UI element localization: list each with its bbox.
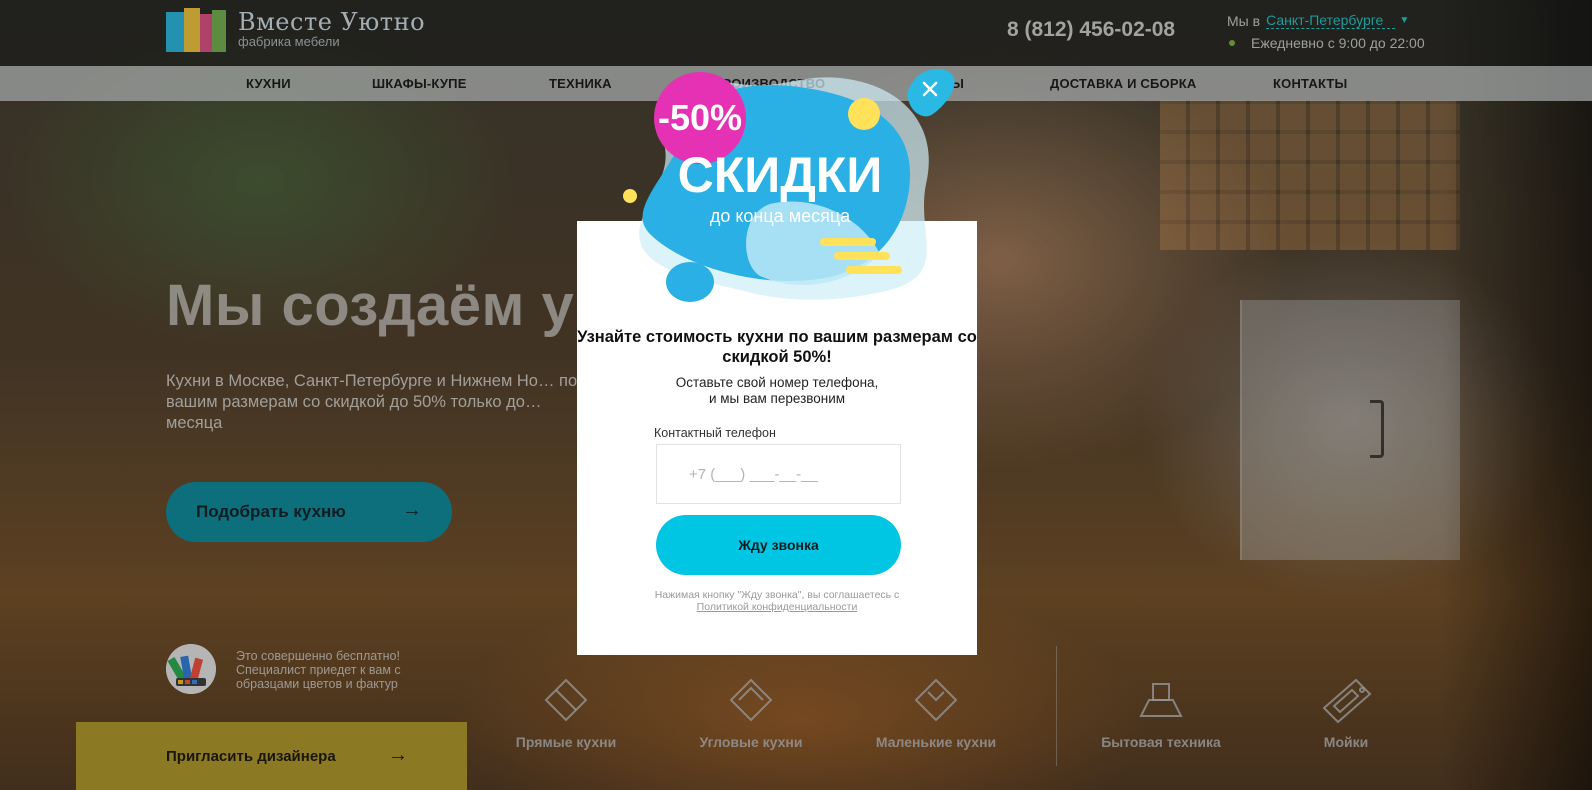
discount-badge-text: -50%	[658, 97, 742, 138]
discount-subheadline: до конца месяца	[710, 206, 851, 226]
phone-input[interactable]	[656, 444, 901, 504]
request-call-button[interactable]: Жду звонка	[656, 515, 901, 575]
popup-description: Оставьте свой номер телефона, и мы вам п…	[577, 375, 977, 407]
popup-title: Узнайте стоимость кухни по вашим размера…	[577, 328, 977, 366]
phone-field-label: Контактный телефон	[654, 426, 776, 440]
privacy-policy-link[interactable]: Политикой конфиденциальности	[697, 601, 858, 613]
consent-text: Нажимая кнопку "Жду звонка", вы соглашае…	[577, 589, 977, 613]
discount-headline: СКИДКИ	[678, 147, 883, 203]
popup-desc-line: Оставьте свой номер телефона,	[675, 375, 879, 390]
popup-desc-line: и мы вам перезвоним	[708, 391, 846, 406]
close-popup-button[interactable]	[903, 64, 957, 122]
consent-line: Нажимая кнопку "Жду звонка", вы соглашае…	[654, 589, 900, 601]
